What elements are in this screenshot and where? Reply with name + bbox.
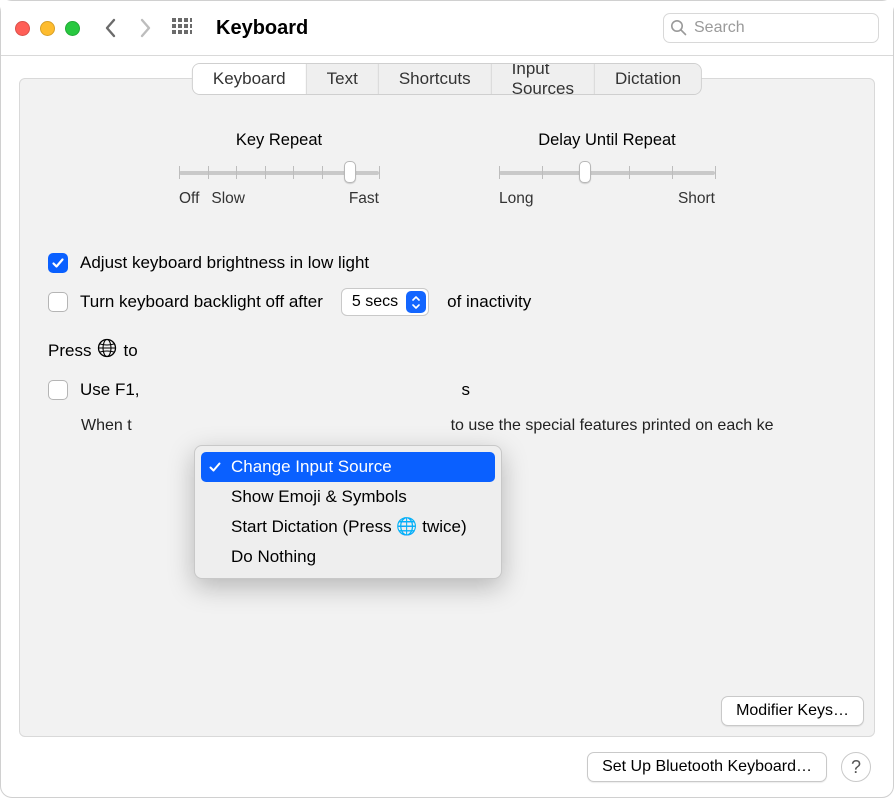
dd-item-label: Show Emoji & Symbols [231, 487, 407, 507]
sliders-row: Key Repeat Off Slow Fast Delay Until Rep… [20, 131, 874, 208]
key-repeat-slider[interactable] [179, 160, 379, 184]
fn-keys-label: Use F1, [80, 379, 140, 401]
tab-keyboard[interactable]: Keyboard [193, 64, 307, 94]
delay-knob[interactable] [579, 161, 591, 183]
minimize-window-button[interactable] [40, 21, 55, 36]
tab-shortcuts[interactable]: Shortcuts [379, 64, 492, 94]
fn-keys-trail: s [462, 379, 471, 401]
key-repeat-knob[interactable] [344, 161, 356, 183]
search-field-wrap [663, 13, 879, 43]
press-globe-suffix: to [123, 341, 137, 361]
fn-row-group: Use F1, s When t to use the special feat… [48, 379, 846, 437]
close-window-button[interactable] [15, 21, 30, 36]
backlight-label-after: of inactivity [447, 291, 531, 313]
globe-action-dropdown[interactable]: Change Input Source Show Emoji & Symbols… [194, 445, 502, 579]
press-globe-row: Press to [48, 338, 846, 363]
dd-item-label: Do Nothing [231, 547, 316, 567]
key-repeat-off-label: Off [179, 190, 199, 208]
backlight-row: Turn keyboard backlight off after 5 secs… [48, 288, 846, 316]
globe-icon [97, 338, 117, 363]
backlight-duration-popup[interactable]: 5 secs [341, 288, 429, 316]
key-repeat-label: Key Repeat [236, 131, 322, 150]
dd-item-label: Start Dictation (Press 🌐 twice) [231, 517, 467, 537]
dd-do-nothing[interactable]: Do Nothing [201, 542, 495, 572]
popup-stepper-icon [406, 291, 426, 313]
delay-long-label: Long [499, 190, 533, 208]
key-repeat-fast-label: Fast [349, 190, 379, 208]
window-title: Keyboard [216, 17, 308, 40]
fn-note-before: When t [81, 417, 132, 434]
backlight-label-before: Turn keyboard backlight off after [80, 291, 323, 313]
fn-keys-row: Use F1, s [48, 379, 846, 401]
search-input[interactable] [663, 13, 879, 43]
bluetooth-keyboard-button[interactable]: Set Up Bluetooth Keyboard… [587, 752, 827, 782]
help-button[interactable]: ? [841, 752, 871, 782]
dd-item-label: Change Input Source [231, 457, 392, 477]
key-repeat-block: Key Repeat Off Slow Fast [179, 131, 379, 208]
brightness-row: Adjust keyboard brightness in low light [48, 252, 846, 274]
brightness-label: Adjust keyboard brightness in low light [80, 252, 369, 274]
fn-note-after: to use the special features printed on e… [451, 417, 774, 434]
backlight-checkbox[interactable] [48, 292, 68, 312]
delay-block: Delay Until Repeat Long Short [499, 131, 715, 208]
preferences-panel: Keyboard Text Shortcuts Input Sources Di… [19, 78, 875, 737]
window-footer: Set Up Bluetooth Keyboard… ? [1, 737, 893, 797]
delay-slider[interactable] [499, 160, 715, 184]
search-icon [670, 19, 687, 41]
dd-change-input-source[interactable]: Change Input Source [201, 452, 495, 482]
zoom-window-button[interactable] [65, 21, 80, 36]
delay-short-label: Short [678, 190, 715, 208]
show-all-prefs-button[interactable] [172, 18, 192, 38]
content-area: Keyboard Text Shortcuts Input Sources Di… [1, 56, 893, 737]
check-icon [207, 460, 223, 474]
modifier-keys-button[interactable]: Modifier Keys… [721, 696, 864, 726]
tabs-bar: Keyboard Text Shortcuts Input Sources Di… [192, 63, 702, 95]
dd-start-dictation[interactable]: Start Dictation (Press 🌐 twice) [201, 512, 495, 542]
toolbar-nav [104, 18, 192, 38]
backlight-duration-value: 5 secs [352, 293, 398, 311]
press-globe-prefix: Press [48, 341, 91, 361]
window-controls [15, 21, 80, 36]
tab-dictation[interactable]: Dictation [595, 64, 701, 94]
forward-button[interactable] [138, 18, 152, 38]
delay-label: Delay Until Repeat [538, 131, 676, 150]
back-button[interactable] [104, 18, 118, 38]
key-repeat-slow-label: Slow [211, 190, 245, 208]
brightness-checkbox[interactable] [48, 253, 68, 273]
tab-input-sources[interactable]: Input Sources [492, 64, 595, 94]
titlebar: Keyboard [1, 1, 893, 56]
fn-keys-note: When t to use the special features print… [81, 415, 821, 437]
fn-keys-checkbox[interactable] [48, 380, 68, 400]
tab-text[interactable]: Text [307, 64, 379, 94]
dd-emoji-symbols[interactable]: Show Emoji & Symbols [201, 482, 495, 512]
options-rows: Adjust keyboard brightness in low light … [48, 252, 846, 316]
